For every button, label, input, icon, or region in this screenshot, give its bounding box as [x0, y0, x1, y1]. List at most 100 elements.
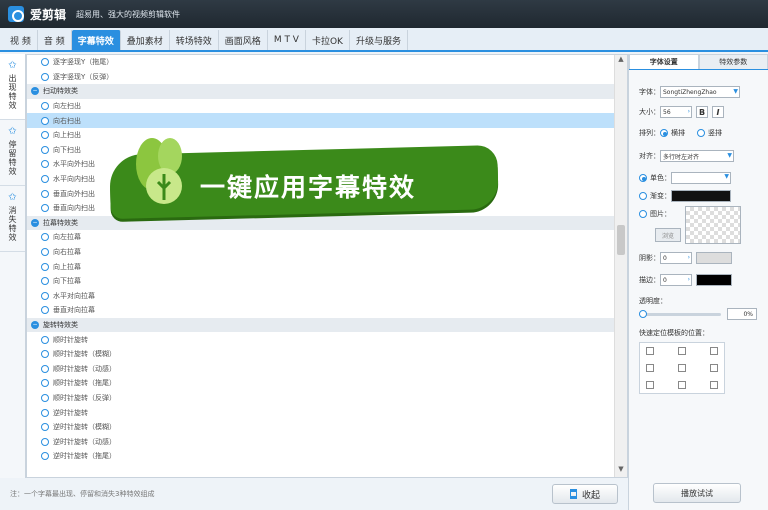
opacity-value-field[interactable]: 0% — [727, 308, 757, 320]
radio-icon[interactable] — [41, 262, 49, 271]
category-row[interactable]: − 扫动特效类 — [27, 84, 615, 99]
radio-icon[interactable] — [41, 335, 49, 344]
radio-icon[interactable] — [41, 72, 49, 81]
radio-icon[interactable] — [41, 204, 49, 213]
radio-icon[interactable] — [41, 452, 49, 461]
solid-color-picker[interactable]: ▼ — [671, 172, 731, 184]
radio-icon[interactable] — [41, 116, 49, 125]
position-cell-bottom-left[interactable] — [646, 381, 654, 389]
radio-icon[interactable] — [41, 379, 49, 388]
tab-2[interactable]: 字幕特效 — [71, 30, 121, 50]
position-cell-center[interactable] — [678, 364, 686, 372]
stroke-color-picker[interactable] — [696, 274, 732, 286]
collapse-icon[interactable]: − — [31, 87, 39, 96]
radio-icon[interactable] — [41, 189, 49, 198]
radio-icon[interactable] — [41, 306, 49, 315]
list-item[interactable]: 逆时针旋转（拖尾） — [27, 449, 615, 464]
scroll-up-icon[interactable]: ▲ — [615, 55, 627, 67]
radio-icon[interactable] — [41, 364, 49, 373]
collapse-icon[interactable]: − — [31, 320, 39, 329]
preview-button[interactable]: 播放试试 — [653, 483, 741, 503]
solid-color-radio[interactable] — [639, 174, 647, 182]
italic-button[interactable]: I — [712, 106, 724, 118]
shadow-color-picker[interactable] — [696, 252, 732, 264]
radio-icon[interactable] — [41, 248, 49, 257]
opacity-slider-handle[interactable] — [639, 310, 647, 318]
position-cell-top-left[interactable] — [646, 347, 654, 355]
tab-1[interactable]: 音 频 — [38, 30, 72, 50]
list-item[interactable]: 向右拉幕 — [27, 245, 615, 260]
vertical-scrollbar[interactable]: ▲ ▼ — [614, 55, 627, 477]
radio-icon[interactable] — [41, 175, 49, 184]
sidebar-item-stay[interactable]: ✩ 停留特效 — [0, 120, 25, 186]
sidebar-item-appear[interactable]: ✩ 出现特效 — [0, 54, 25, 120]
radio-icon[interactable] — [41, 350, 49, 359]
radio-icon[interactable] — [41, 145, 49, 154]
list-item[interactable]: 向上拉幕 — [27, 259, 615, 274]
list-item[interactable]: 逆时针旋转 — [27, 405, 615, 420]
gradient-radio[interactable] — [639, 192, 647, 200]
list-item[interactable]: 逆时针旋转（模糊） — [27, 420, 615, 435]
list-item[interactable]: 垂直对向拉幕 — [27, 303, 615, 318]
size-stepper[interactable]: 56 › — [660, 106, 692, 118]
list-item[interactable]: 顺时针旋转（反弹） — [27, 391, 615, 406]
radio-icon[interactable] — [41, 233, 49, 242]
list-item[interactable]: 顺时针旋转（拖尾） — [27, 376, 615, 391]
list-item[interactable]: 向上扫出 — [27, 128, 615, 143]
gradient-color-picker[interactable] — [671, 190, 731, 202]
radio-icon[interactable] — [41, 160, 49, 169]
position-cell-top-right[interactable] — [710, 347, 718, 355]
list-item[interactable]: 向右扫出 — [27, 113, 615, 128]
browse-button[interactable]: 浏览 — [655, 228, 681, 242]
list-item[interactable]: 顺时针旋转 — [27, 332, 615, 347]
radio-icon[interactable] — [41, 277, 49, 286]
font-select[interactable]: SongtiZhengZhao ▼ — [660, 86, 740, 98]
tab-effect-params[interactable]: 特效参数 — [698, 54, 768, 69]
position-cell-bottom-center[interactable] — [678, 381, 686, 389]
radio-icon[interactable] — [41, 423, 49, 432]
arrange-horizontal-radio[interactable] — [660, 129, 668, 137]
radio-icon[interactable] — [41, 58, 49, 67]
list-item[interactable]: 向下拉幕 — [27, 274, 615, 289]
position-cell-top-center[interactable] — [678, 347, 686, 355]
tab-6[interactable]: M T V — [268, 30, 306, 50]
radio-icon[interactable] — [41, 437, 49, 446]
list-item[interactable]: 向左拉幕 — [27, 230, 615, 245]
list-item[interactable]: 顺时针旋转（动感） — [27, 361, 615, 376]
scroll-down-icon[interactable]: ▼ — [615, 465, 627, 477]
shadow-stepper[interactable]: 0 › — [660, 252, 692, 264]
tab-font-settings[interactable]: 字体设置 — [629, 54, 699, 69]
tab-0[interactable]: 视 频 — [4, 30, 38, 50]
position-cell-middle-right[interactable] — [710, 364, 718, 372]
image-radio[interactable] — [639, 210, 647, 218]
category-row[interactable]: − 拉幕特效类 — [27, 215, 615, 231]
collapse-icon[interactable]: − — [31, 218, 39, 227]
align-select[interactable]: 多行时左对齐 ▼ — [660, 150, 734, 162]
tab-7[interactable]: 卡拉OK — [306, 30, 350, 50]
radio-icon[interactable] — [41, 408, 49, 417]
arrange-vertical-radio[interactable] — [697, 129, 705, 137]
radio-icon[interactable] — [41, 102, 49, 111]
opacity-slider[interactable] — [639, 313, 721, 316]
stroke-stepper[interactable]: 0 › — [660, 274, 692, 286]
bold-button[interactable]: B — [696, 106, 708, 118]
tab-3[interactable]: 叠加素材 — [121, 30, 170, 50]
scrollbar-thumb[interactable] — [617, 225, 625, 255]
list-item[interactable]: 向左扫出 — [27, 99, 615, 114]
list-item[interactable]: 逐字竖现Y（反弹） — [27, 70, 615, 85]
tab-8[interactable]: 升级与服务 — [350, 30, 408, 50]
list-item[interactable]: 逆时针旋转（动感） — [27, 434, 615, 449]
collapse-button[interactable]: 收起 — [552, 484, 618, 504]
radio-icon[interactable] — [41, 131, 49, 140]
category-row[interactable]: − 旋转特效类 — [27, 317, 615, 333]
position-cell-bottom-right[interactable] — [710, 381, 718, 389]
tab-5[interactable]: 画面风格 — [219, 30, 268, 50]
tab-4[interactable]: 转场特效 — [170, 30, 219, 50]
list-item[interactable]: 顺时针旋转（模糊） — [27, 347, 615, 362]
list-item[interactable]: 逐字竖现Y（拖尾） — [27, 55, 615, 70]
radio-icon[interactable] — [41, 291, 49, 300]
sidebar-item-disappear[interactable]: ✩ 消失特效 — [0, 186, 25, 252]
position-cell-middle-left[interactable] — [646, 364, 654, 372]
radio-icon[interactable] — [41, 393, 49, 402]
list-item[interactable]: 水平对向拉幕 — [27, 289, 615, 304]
